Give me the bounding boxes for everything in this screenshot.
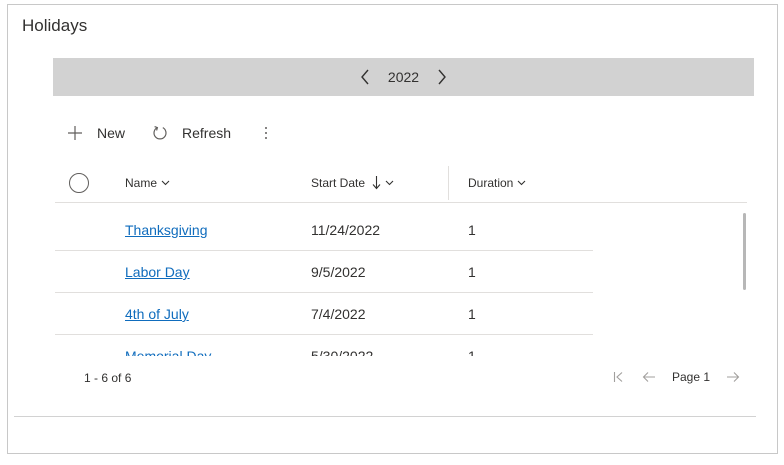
duration-cell: 1 [468, 348, 476, 356]
column-header-duration[interactable]: Duration [468, 163, 526, 203]
vertical-scrollbar[interactable] [743, 213, 746, 290]
year-label: 2022 [387, 69, 420, 85]
refresh-button-label: Refresh [182, 125, 232, 141]
page-label: Page 1 [672, 370, 711, 384]
refresh-button[interactable]: Refresh [151, 124, 231, 142]
command-bar: New Refresh [66, 120, 275, 146]
chevron-down-icon [517, 180, 526, 186]
grid-body[interactable]: Thanksgiving 11/24/2022 1 Labor Day 9/5/… [55, 206, 747, 356]
record-count: 1 - 6 of 6 [84, 371, 132, 385]
table-row[interactable]: 4th of July 7/4/2022 1 [55, 293, 593, 335]
plus-icon [66, 124, 84, 142]
pager: Page 1 [610, 366, 742, 388]
sort-descending-icon [372, 176, 381, 190]
holiday-name-link[interactable]: Labor Day [125, 251, 190, 293]
year-navigator: 2022 [53, 58, 754, 96]
holiday-name-link[interactable]: 4th of July [125, 293, 189, 335]
next-page-icon[interactable] [724, 368, 742, 386]
table-row[interactable]: Memorial Day 5/30/2022 1 [55, 335, 593, 356]
start-date-cell: 7/4/2022 [311, 306, 366, 322]
column-header-duration-label: Duration [468, 176, 514, 190]
panel-title: Holidays [22, 16, 88, 35]
column-divider[interactable] [448, 166, 449, 200]
holiday-name-link[interactable]: Memorial Day [125, 335, 211, 356]
chevron-right-icon[interactable] [433, 68, 451, 86]
previous-page-icon[interactable] [640, 368, 658, 386]
duration-cell: 1 [468, 222, 476, 238]
more-vertical-icon[interactable] [257, 122, 275, 144]
first-page-icon[interactable] [610, 368, 628, 386]
start-date-cell: 11/24/2022 [311, 222, 381, 238]
new-button-label: New [97, 125, 126, 141]
select-all-checkbox[interactable] [69, 173, 89, 193]
table-row[interactable]: Thanksgiving 11/24/2022 1 [55, 209, 593, 251]
column-header-name[interactable]: Name [125, 163, 170, 203]
chevron-down-icon [385, 180, 394, 186]
start-date-cell: 9/5/2022 [311, 264, 366, 280]
column-header-name-label: Name [125, 176, 158, 190]
divider [14, 416, 756, 417]
start-date-cell: 5/30/2022 [311, 348, 374, 356]
chevron-left-icon[interactable] [356, 68, 374, 86]
chevron-down-icon [161, 180, 170, 186]
table-row[interactable]: Labor Day 9/5/2022 1 [55, 251, 593, 293]
holiday-name-link[interactable]: Thanksgiving [125, 209, 208, 251]
duration-cell: 1 [468, 264, 476, 280]
column-header-start-date-label: Start Date [311, 176, 366, 190]
duration-cell: 1 [468, 306, 476, 322]
refresh-icon [151, 124, 169, 142]
grid-header: Name Start Date Duration [55, 163, 747, 203]
column-header-start-date[interactable]: Start Date [311, 163, 394, 203]
new-button[interactable]: New [66, 124, 125, 142]
